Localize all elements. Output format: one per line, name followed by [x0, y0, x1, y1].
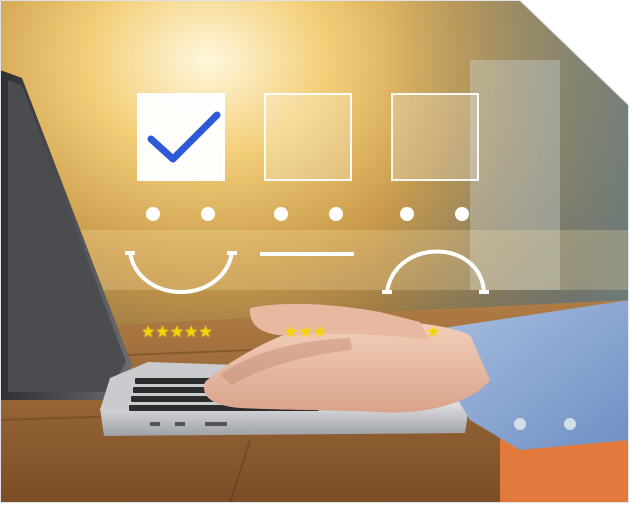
- star-icon: ★: [298, 322, 313, 341]
- star-rating-5: ★★★★★: [141, 324, 213, 340]
- star-icon: ★: [141, 322, 156, 341]
- star-icon: ★: [169, 322, 185, 341]
- star-rating-3: ★★★: [284, 324, 327, 340]
- rating-checkbox-sad[interactable]: [391, 93, 479, 181]
- rating-checkbox-happy[interactable]: [137, 93, 225, 181]
- photo-scene: ★★★★★ ★★★ ★: [0, 0, 629, 503]
- star-rating-1: ★: [426, 324, 440, 340]
- star-icon: ★: [184, 322, 199, 341]
- star-icon: ★: [426, 322, 441, 341]
- background-photo: [0, 0, 629, 503]
- rating-checkbox-neutral[interactable]: [264, 93, 352, 181]
- star-icon: ★: [312, 322, 328, 341]
- check-icon: [147, 111, 221, 163]
- star-icon: ★: [155, 322, 170, 341]
- star-icon: ★: [198, 322, 213, 341]
- star-icon: ★: [284, 322, 299, 341]
